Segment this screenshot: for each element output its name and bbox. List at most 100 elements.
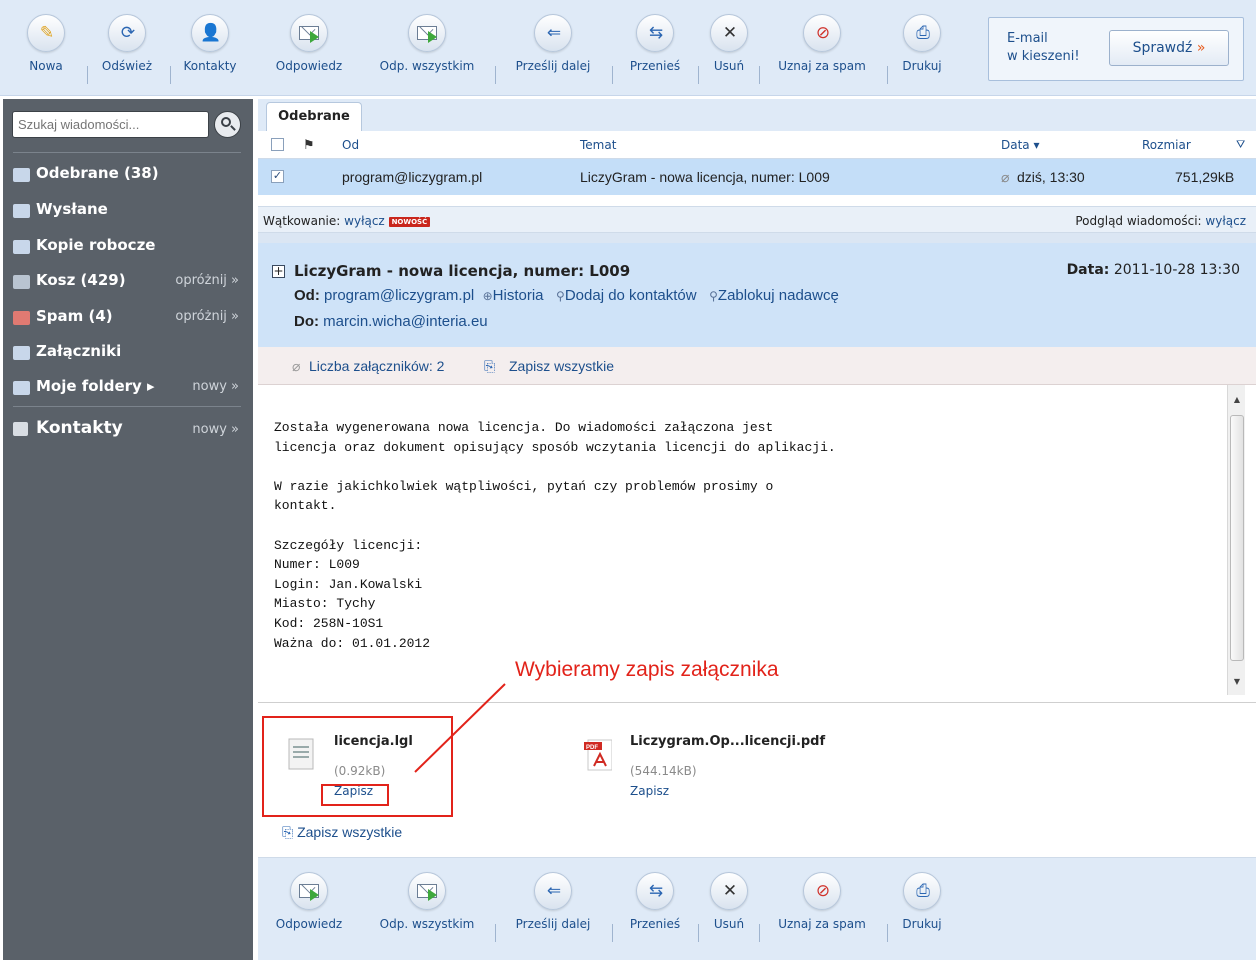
attachment-save-link[interactable]: Zapisz bbox=[630, 784, 669, 798]
refresh-label: Odśwież bbox=[101, 59, 153, 73]
scrollbar[interactable]: ▲ ▼ bbox=[1227, 385, 1245, 695]
new-contact-link[interactable]: nowy » bbox=[192, 422, 239, 437]
filter-icon[interactable]: ⛛ bbox=[1236, 138, 1245, 152]
contacts-folder-icon bbox=[13, 422, 28, 436]
save-all-row: ⎘ Zapisz wszystkie bbox=[282, 824, 402, 841]
highlight-box-save bbox=[321, 784, 389, 806]
search-button[interactable] bbox=[214, 111, 241, 138]
print-label: Drukuj bbox=[902, 917, 942, 931]
message-date: Data: 2011-10-28 13:30 bbox=[1067, 262, 1240, 278]
sidebar-item-trash[interactable]: Kosz (429) opróżnij » bbox=[13, 269, 245, 297]
scroll-down-icon[interactable]: ▼ bbox=[1228, 673, 1246, 691]
spam-icon: ⊘ bbox=[803, 872, 841, 910]
move-label: Przenieś bbox=[629, 917, 681, 931]
attachment-summary-bar: ⌀ Liczba załączników: 2 ⎘ Zapisz wszystk… bbox=[258, 347, 1256, 385]
table-row[interactable] bbox=[258, 195, 1256, 207]
sidebar-item-spam[interactable]: Spam (4) opróżnij » bbox=[13, 305, 245, 333]
add-contact-link[interactable]: Dodaj do kontaktów bbox=[565, 287, 697, 304]
delete-label: Usuń bbox=[713, 917, 745, 931]
paperclip-icon: ⌀ bbox=[1001, 169, 1010, 185]
forward-icon: ⇐ bbox=[534, 14, 572, 52]
date-value: 2011-10-28 13:30 bbox=[1113, 262, 1240, 278]
print-button[interactable]: ⎙ Drukuj bbox=[896, 14, 948, 73]
sidebar-item-attachments[interactable]: Załączniki bbox=[13, 340, 245, 368]
contacts-button[interactable]: 👤 Kontakty bbox=[180, 14, 240, 73]
table-row[interactable]: ✓ program@liczygram.pl LiczyGram - nowa … bbox=[258, 159, 1256, 195]
forward-label: Prześlij dalej bbox=[515, 59, 591, 73]
move-button[interactable]: ⇆ Przenieś bbox=[620, 872, 690, 931]
save-all-link[interactable]: Zapisz wszystkie bbox=[509, 358, 614, 374]
column-size[interactable]: Rozmiar bbox=[1142, 138, 1191, 152]
save-all-link[interactable]: Zapisz wszystkie bbox=[297, 824, 402, 840]
sent-icon bbox=[13, 204, 30, 218]
spam-button[interactable]: ⊘ Uznaj za spam bbox=[766, 14, 878, 73]
new-message-label: Nowa bbox=[29, 59, 63, 73]
spam-button[interactable]: ⊘ Uznaj za spam bbox=[766, 872, 878, 931]
recipient-link[interactable]: marcin.wicha@interia.eu bbox=[323, 313, 487, 330]
scroll-thumb[interactable] bbox=[1230, 415, 1244, 661]
flag-icon[interactable]: ⚑ bbox=[303, 138, 315, 153]
spam-label: Uznaj za spam bbox=[778, 59, 866, 73]
threading-label: Wątkowanie: bbox=[263, 214, 341, 228]
threading-toggle-link[interactable]: wyłącz bbox=[344, 214, 385, 228]
delete-button[interactable]: ✕ Usuń bbox=[708, 872, 750, 931]
move-button[interactable]: ⇆ Przenieś bbox=[620, 14, 690, 73]
move-icon: ⇆ bbox=[636, 872, 674, 910]
sidebar-item-label: Odebrane (38) bbox=[36, 164, 159, 182]
attachments-folder-icon bbox=[13, 346, 30, 360]
sender-link[interactable]: program@liczygram.pl bbox=[324, 287, 474, 304]
sidebar-item-sent[interactable]: Wysłane bbox=[13, 198, 245, 226]
sidebar: Odebrane (38) Wysłane Kopie robocze Kosz… bbox=[3, 99, 253, 960]
forward-label: Prześlij dalej bbox=[515, 917, 591, 931]
delete-button[interactable]: ✕ Usuń bbox=[708, 14, 750, 73]
bottom-toolbar: Odpowiedz Odp. wszystkim ⇐ Prześlij dale… bbox=[258, 858, 1256, 960]
search-input[interactable] bbox=[12, 111, 209, 138]
new-folder-link[interactable]: nowy » bbox=[192, 379, 239, 394]
select-all-checkbox[interactable] bbox=[271, 138, 284, 151]
row-size: 751,29kB bbox=[1175, 169, 1235, 185]
forward-button[interactable]: ⇐ Prześlij dalej bbox=[503, 872, 603, 931]
check-button[interactable]: Sprawdź » bbox=[1109, 30, 1229, 66]
preview-toggle-link[interactable]: wyłącz bbox=[1205, 214, 1246, 228]
preview-label: Podgląd wiadomości: bbox=[1075, 214, 1202, 228]
forward-button[interactable]: ⇐ Prześlij dalej bbox=[503, 14, 603, 73]
sidebar-item-contacts[interactable]: Kontakty nowy » bbox=[13, 416, 245, 444]
column-subject[interactable]: Temat bbox=[580, 138, 616, 152]
expand-icon[interactable]: + bbox=[272, 265, 285, 278]
reply-button[interactable]: Odpowiedz bbox=[268, 872, 350, 931]
reply-label: Odpowiedz bbox=[275, 59, 343, 73]
delete-icon: ✕ bbox=[710, 872, 748, 910]
print-label: Drukuj bbox=[902, 59, 942, 73]
from-line: Od: program@liczygram.pl ⊕Historia ⚲Doda… bbox=[294, 287, 839, 304]
contacts-icon: 👤 bbox=[191, 14, 229, 52]
reply-all-button[interactable]: Odp. wszystkim bbox=[367, 14, 487, 73]
top-toolbar: ✎ Nowa ⟳ Odśwież 👤 Kontakty Odpowiedz Od… bbox=[0, 0, 1256, 96]
refresh-button[interactable]: ⟳ Odśwież bbox=[100, 14, 154, 73]
row-checkbox[interactable]: ✓ bbox=[271, 170, 284, 183]
reply-all-button[interactable]: Odp. wszystkim bbox=[367, 872, 487, 931]
message-subject: LiczyGram - nowa licencja, numer: L009 bbox=[294, 262, 631, 280]
print-button[interactable]: ⎙ Drukuj bbox=[896, 872, 948, 931]
reply-button[interactable]: Odpowiedz bbox=[268, 14, 350, 73]
block-sender-link[interactable]: Zablokuj nadawcę bbox=[718, 287, 839, 304]
sidebar-item-inbox[interactable]: Odebrane (38) bbox=[13, 162, 245, 190]
svg-text:PDF: PDF bbox=[586, 745, 598, 751]
sidebar-item-label: Spam (4) bbox=[36, 307, 113, 325]
pane-splitter[interactable] bbox=[258, 233, 1256, 243]
empty-spam-link[interactable]: opróżnij » bbox=[175, 309, 239, 324]
attachment-name[interactable]: Liczygram.Op...licencji.pdf bbox=[630, 734, 825, 749]
history-link[interactable]: Historia bbox=[493, 287, 544, 304]
sidebar-item-my-folders[interactable]: Moje foldery ▸ nowy » bbox=[13, 375, 245, 403]
sidebar-item-label: Wysłane bbox=[36, 200, 108, 218]
tab-inbox[interactable]: Odebrane bbox=[266, 102, 362, 132]
new-message-button[interactable]: ✎ Nowa bbox=[26, 14, 66, 73]
contacts-label: Kontakty bbox=[183, 59, 237, 73]
save-all-icon: ⎘ bbox=[484, 358, 496, 374]
empty-trash-link[interactable]: opróżnij » bbox=[175, 273, 239, 288]
sidebar-item-drafts[interactable]: Kopie robocze bbox=[13, 234, 245, 262]
move-icon: ⇆ bbox=[636, 14, 674, 52]
column-date[interactable]: Data ▾ bbox=[1001, 138, 1040, 152]
scroll-up-icon[interactable]: ▲ bbox=[1228, 391, 1246, 409]
forward-icon: ⇐ bbox=[534, 872, 572, 910]
column-from[interactable]: Od bbox=[342, 138, 359, 152]
